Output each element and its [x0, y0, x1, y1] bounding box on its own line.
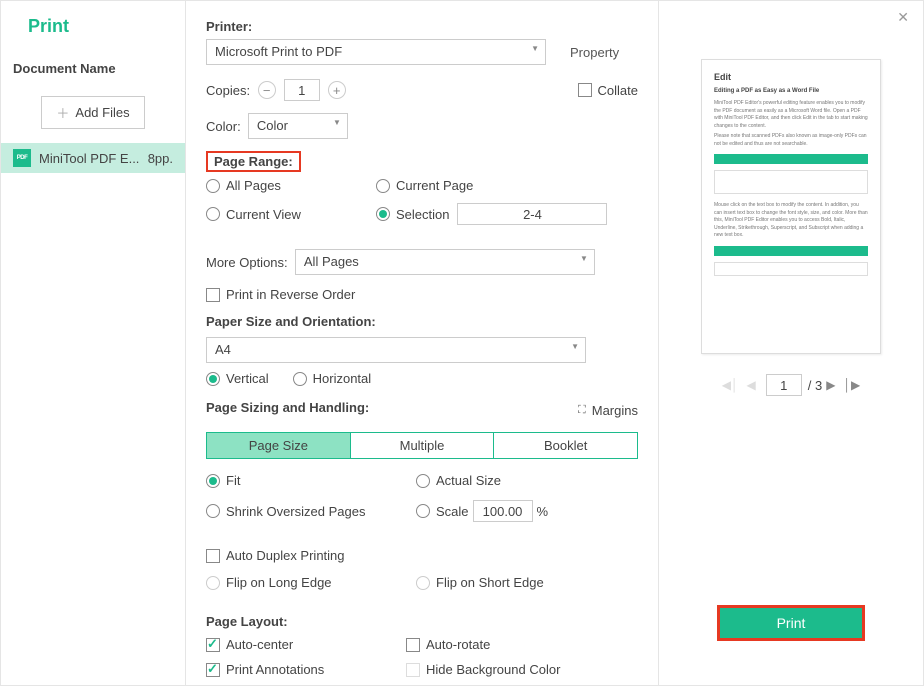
- color-select[interactable]: Color: [248, 113, 348, 139]
- checkbox-icon: [406, 663, 420, 677]
- sizing-actual-size[interactable]: Actual Size: [416, 473, 626, 488]
- orientation-horizontal[interactable]: Horizontal: [293, 371, 372, 386]
- margins-icon: ⛶: [578, 404, 586, 417]
- collate-label: Collate: [598, 83, 638, 98]
- auto-duplex-checkbox[interactable]: Auto Duplex Printing: [206, 548, 638, 563]
- radio-icon: [376, 179, 390, 193]
- checkbox-icon: [206, 549, 220, 563]
- file-name: MiniTool PDF E...: [39, 151, 144, 166]
- copies-increment[interactable]: +: [328, 81, 346, 99]
- nav-next-icon[interactable]: ▶: [826, 378, 835, 392]
- page-preview: Edit Editing a PDF as Easy as a Word Fil…: [701, 59, 881, 354]
- printer-label: Printer:: [206, 19, 638, 34]
- range-current-view[interactable]: Current View: [206, 203, 376, 225]
- preview-page-input[interactable]: [766, 374, 802, 396]
- radio-icon: [416, 474, 430, 488]
- collate-checkbox[interactable]: Collate: [578, 83, 638, 98]
- range-all-pages[interactable]: All Pages: [206, 178, 376, 193]
- tab-page-size[interactable]: Page Size: [207, 433, 351, 458]
- print-button[interactable]: Print: [717, 605, 865, 641]
- paper-label: Paper Size and Orientation:: [206, 314, 638, 329]
- page-range-label-highlight: Page Range:: [206, 151, 301, 172]
- preview-navigation: ◀│ ◀ / 3 ▶ │▶: [677, 374, 905, 396]
- file-pages: 8pp.: [148, 151, 173, 166]
- flip-short-edge: Flip on Short Edge: [416, 575, 586, 590]
- hide-background-checkbox: Hide Background Color: [406, 662, 576, 677]
- margins-button[interactable]: ⛶Margins: [578, 403, 638, 418]
- page-layout-label: Page Layout:: [206, 614, 638, 629]
- preview-page-total: / 3: [808, 378, 822, 393]
- dialog-title: Print: [1, 11, 185, 55]
- checkbox-icon: [206, 638, 220, 652]
- orientation-vertical[interactable]: Vertical: [206, 371, 269, 386]
- sizing-shrink[interactable]: Shrink Oversized Pages: [206, 500, 416, 522]
- page-range-label: Page Range:: [214, 154, 293, 169]
- copies-input[interactable]: [284, 79, 320, 101]
- tab-multiple[interactable]: Multiple: [351, 433, 495, 458]
- sizing-fit[interactable]: Fit: [206, 473, 416, 488]
- close-icon[interactable]: ✕: [897, 9, 909, 26]
- property-button[interactable]: Property: [562, 41, 627, 64]
- copies-decrement[interactable]: −: [258, 81, 276, 99]
- checkbox-icon: [406, 638, 420, 652]
- reverse-order-checkbox[interactable]: Print in Reverse Order: [206, 287, 638, 302]
- more-options-select[interactable]: All Pages: [295, 249, 595, 275]
- document-name-label: Document Name: [1, 55, 185, 82]
- color-label: Color:: [206, 119, 241, 134]
- radio-icon: [293, 372, 307, 386]
- range-current-page[interactable]: Current Page: [376, 178, 546, 193]
- flip-long-edge: Flip on Long Edge: [206, 575, 416, 590]
- add-files-button[interactable]: ＋ Add Files: [41, 96, 144, 129]
- nav-first-icon[interactable]: ◀│: [722, 378, 739, 392]
- checkbox-icon: [578, 83, 592, 97]
- radio-icon: [206, 474, 220, 488]
- checkbox-icon: [206, 663, 220, 677]
- scale-input[interactable]: [473, 500, 533, 522]
- checkbox-icon: [206, 288, 220, 302]
- radio-icon: [206, 207, 220, 221]
- plus-icon: ＋: [56, 103, 69, 122]
- radio-icon: [206, 576, 220, 590]
- file-item[interactable]: MiniTool PDF E... 8pp.: [1, 143, 185, 173]
- sizing-label: Page Sizing and Handling:: [206, 400, 369, 415]
- printer-select[interactable]: Microsoft Print to PDF: [206, 39, 546, 65]
- range-selection-input[interactable]: [457, 203, 607, 225]
- radio-icon: [206, 372, 220, 386]
- nav-prev-icon[interactable]: ◀: [747, 378, 756, 392]
- auto-center-checkbox[interactable]: Auto-center: [206, 637, 406, 652]
- radio-icon: [206, 179, 220, 193]
- sizing-scale[interactable]: Scale %: [416, 500, 626, 522]
- tab-booklet[interactable]: Booklet: [494, 433, 637, 458]
- radio-icon: [206, 504, 220, 518]
- pdf-icon: [13, 149, 31, 167]
- radio-icon: [416, 576, 430, 590]
- radio-icon: [376, 207, 390, 221]
- nav-last-icon[interactable]: │▶: [843, 378, 860, 392]
- copies-label: Copies:: [206, 83, 250, 98]
- print-annotations-checkbox[interactable]: Print Annotations: [206, 662, 406, 677]
- more-options-label: More Options:: [206, 255, 288, 270]
- paper-size-select[interactable]: A4: [206, 337, 586, 363]
- radio-icon: [416, 504, 430, 518]
- add-files-label: Add Files: [75, 105, 129, 120]
- auto-rotate-checkbox[interactable]: Auto-rotate: [406, 637, 576, 652]
- range-selection[interactable]: Selection: [376, 203, 607, 225]
